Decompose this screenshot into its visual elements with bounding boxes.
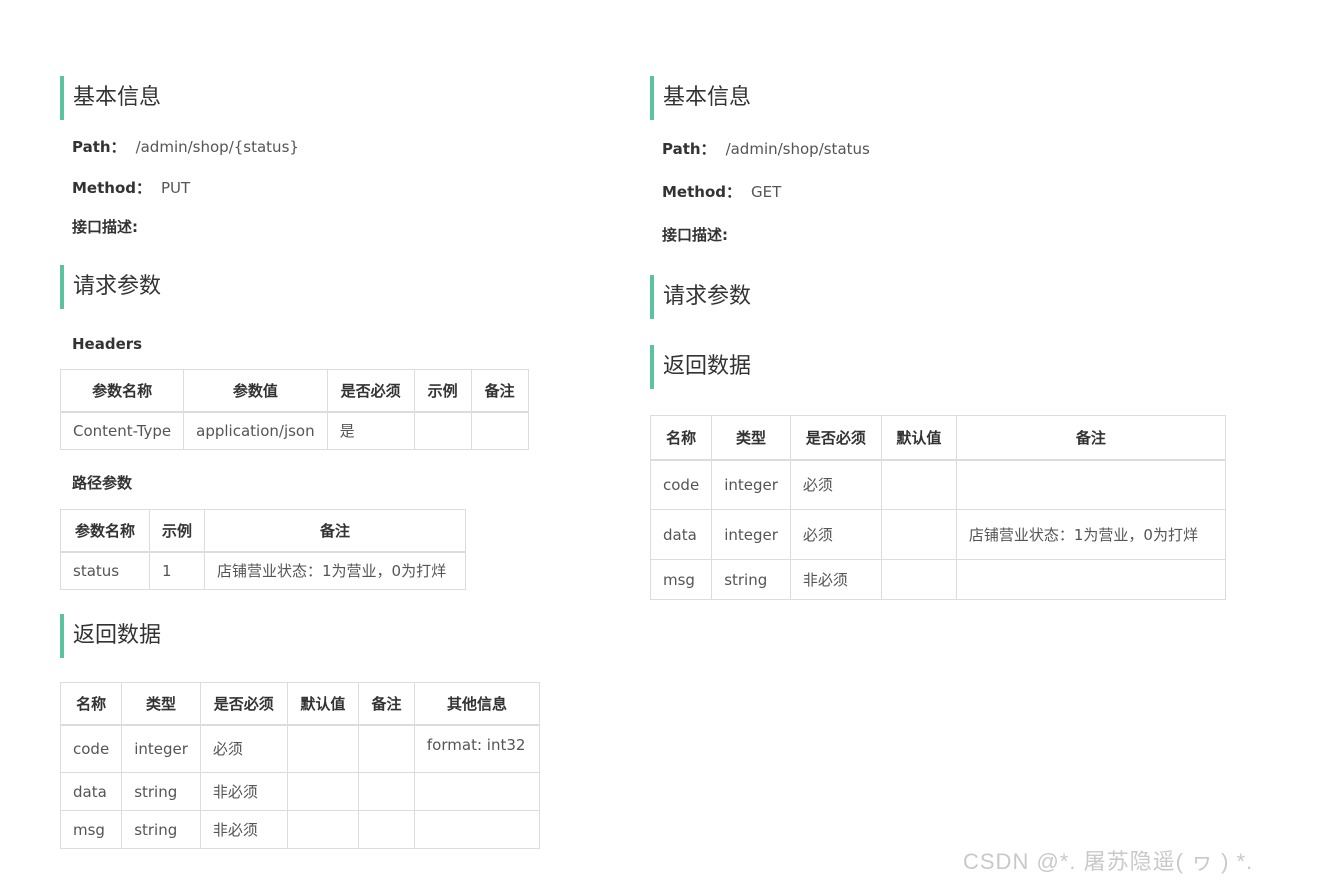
table-cell <box>413 772 541 811</box>
table-cell <box>880 459 957 510</box>
col-header: 名称 <box>59 682 123 725</box>
table-cell: 是 <box>326 411 415 450</box>
table-row: msg string 非必须 <box>649 559 1226 600</box>
table-cell: application/json <box>183 411 328 450</box>
table-cell <box>413 810 541 849</box>
table-cell: 必须 <box>789 509 882 560</box>
table-cell: 店铺营业状态：1为营业，0为打烊 <box>955 509 1226 560</box>
table-cell: 店铺营业状态：1为营业，0为打烊 <box>204 551 467 590</box>
table-cell <box>286 724 360 773</box>
path-params-label: 路径参数 <box>72 474 133 492</box>
table-cell <box>286 772 360 811</box>
response-table: 名称 类型 是否必须 默认值 备注 code integer 必须 data i… <box>649 415 1226 600</box>
table-cell: 非必须 <box>789 559 882 600</box>
table-cell <box>358 810 415 849</box>
desc-row: 接口描述: <box>60 216 540 237</box>
table-cell: 非必须 <box>199 772 288 811</box>
table-cell <box>880 509 957 560</box>
request-params-title: 请求参数 <box>60 265 540 309</box>
path-label: Path： <box>72 138 126 156</box>
table-cell: format: int32 <box>413 724 541 773</box>
method-value: PUT <box>161 179 191 197</box>
response-table: 名称 类型 是否必须 默认值 备注 其他信息 code integer 必须 f… <box>59 682 541 849</box>
table-cell <box>470 411 529 450</box>
method-row: Method： PUT <box>60 177 540 198</box>
table-cell: code <box>649 459 713 510</box>
table-cell: integer <box>711 459 791 510</box>
table-cell: Content-Type <box>59 411 185 450</box>
path-label: Path： <box>662 140 716 158</box>
table-cell: 必须 <box>789 459 882 510</box>
headers-table: 参数名称 参数值 是否必须 示例 备注 Content-Type applica… <box>59 369 529 450</box>
table-cell: code <box>59 724 123 773</box>
basic-info-title: 基本信息 <box>650 76 1230 120</box>
col-header: 是否必须 <box>326 369 415 412</box>
table-cell: status <box>60 551 150 590</box>
col-header: 其他信息 <box>413 682 541 725</box>
table-row: data string 非必须 <box>59 772 541 811</box>
table-cell: 非必须 <box>199 810 288 849</box>
table-row: status 1 店铺营业状态：1为营业，0为打烊 <box>60 551 467 590</box>
col-header: 备注 <box>358 682 415 725</box>
headers-label: Headers <box>72 335 143 353</box>
method-row: Method： GET <box>650 181 1230 202</box>
col-header: 参数值 <box>183 369 328 412</box>
col-header: 默认值 <box>286 682 360 725</box>
table-cell <box>358 724 415 773</box>
table-row: msg string 非必须 <box>59 810 541 849</box>
table-cell <box>955 459 1226 510</box>
response-title: 返回数据 <box>60 614 540 658</box>
table-cell: integer <box>711 509 791 560</box>
col-header: 类型 <box>711 415 791 460</box>
table-cell <box>286 810 360 849</box>
table-cell <box>358 772 415 811</box>
table-cell: string <box>711 559 791 600</box>
basic-info-title: 基本信息 <box>60 76 540 120</box>
col-header: 名称 <box>649 415 713 460</box>
col-header: 参数名称 <box>60 509 150 552</box>
method-label: Method： <box>72 179 151 197</box>
table-cell: string <box>121 810 201 849</box>
col-header: 类型 <box>121 682 201 725</box>
path-value: /admin/shop/status <box>725 140 870 158</box>
csdn-watermark: CSDN @*. 屠苏隐遥( ヮ ) *. <box>963 849 1254 874</box>
table-cell: msg <box>649 559 713 600</box>
col-header: 备注 <box>470 369 529 412</box>
path-params-table: 参数名称 示例 备注 status 1 店铺营业状态：1为营业，0为打烊 <box>60 509 467 590</box>
table-cell: 必须 <box>199 724 288 773</box>
table-cell <box>955 559 1226 600</box>
path-value: /admin/shop/{status} <box>135 138 299 156</box>
col-header: 默认值 <box>880 415 957 460</box>
col-header: 是否必须 <box>199 682 288 725</box>
table-row: code integer 必须 format: int32 <box>59 724 541 773</box>
method-value: GET <box>751 183 782 201</box>
col-header: 是否必须 <box>789 415 882 460</box>
api-doc-left: 基本信息 Path： /admin/shop/{status} Method： … <box>59 76 541 849</box>
col-header: 示例 <box>148 509 206 552</box>
path-row: Path： /admin/shop/status <box>650 138 1230 159</box>
col-header: 备注 <box>955 415 1226 460</box>
table-row: Content-Type application/json 是 <box>59 411 529 450</box>
method-label: Method： <box>662 183 741 201</box>
col-header: 参数名称 <box>59 369 185 412</box>
table-cell <box>880 559 957 600</box>
table-cell: string <box>121 772 201 811</box>
table-cell: integer <box>121 724 201 773</box>
table-row: data integer 必须 店铺营业状态：1为营业，0为打烊 <box>649 509 1226 560</box>
col-header: 示例 <box>413 369 472 412</box>
api-doc-right: 基本信息 Path： /admin/shop/status Method： GE… <box>649 76 1230 600</box>
desc-label: 接口描述: <box>72 218 138 236</box>
table-cell <box>413 411 472 450</box>
table-cell: data <box>59 772 123 811</box>
table-cell: data <box>649 509 713 560</box>
desc-row: 接口描述: <box>650 224 1230 245</box>
path-row: Path： /admin/shop/{status} <box>60 136 540 157</box>
table-cell: 1 <box>148 551 206 590</box>
table-cell: msg <box>59 810 123 849</box>
response-title: 返回数据 <box>650 345 1230 389</box>
request-params-title: 请求参数 <box>650 275 1230 319</box>
table-row: code integer 必须 <box>649 459 1226 510</box>
col-header: 备注 <box>204 509 467 552</box>
desc-label: 接口描述: <box>662 226 728 244</box>
